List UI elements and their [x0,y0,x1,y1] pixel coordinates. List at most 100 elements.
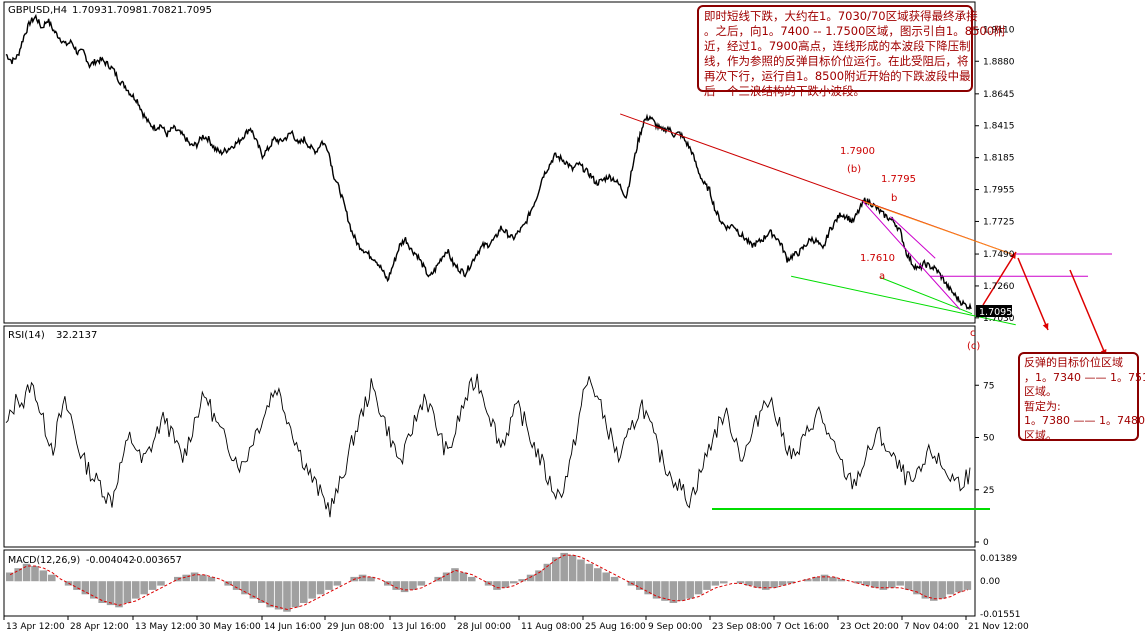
label-c: c [970,328,976,339]
note-line: 即时短线下跌，大约在1。7030/70区域获得最终承接 [704,9,978,23]
chart-canvas: 1.91101.88801.86451.84151.81851.79551.77… [3,1,1112,632]
ohlc-high: 1.7098 [107,5,142,16]
macd-bar [48,574,56,582]
rsi-tick-label: 50 [983,434,995,444]
macd-bar [577,559,585,582]
macd-bar [148,581,157,590]
macd-bar [820,574,829,582]
macd-bar [190,572,199,582]
price-tick-label: 1.8185 [983,154,1015,164]
note-line: 区域。 [1024,428,1057,442]
macd-bar [560,552,568,582]
macd-bar [81,581,90,595]
price-tick-label: 1.8415 [983,122,1015,132]
macd-bar [829,576,837,582]
macd-bar [652,581,661,599]
ohlc-close: 1.7095 [177,5,212,16]
analysis-note: 即时短线下跌，大约在1。7030/70区域获得最终承接 。之后，向1。7400 … [697,5,1006,98]
arrow-down [1017,257,1049,331]
macd-bar [392,581,400,590]
macd-bar [720,581,728,584]
time-tick-label: 23 Sep 08:00 [712,622,772,632]
macd-bar [770,581,778,588]
ohlc-low: 1.7082 [142,5,177,16]
macd-bar [451,568,459,582]
time-tick-label: 13 Apr 12:00 [6,622,65,632]
label-a: a [879,271,885,282]
macd-bar [879,581,888,590]
macd-bar [283,581,291,612]
note-line: 线，作为参照的反弹目标价位运行。在此受阻后，将 [704,54,969,68]
rsi-tick-label: 75 [983,381,994,391]
symbol-label: GBPUSD,H4 [8,5,67,16]
time-tick-label: 13 May 12:00 [135,622,197,632]
note-line: 。之后，向1。7400 -- 1.7500区域，图示引自1。8500附 [704,24,1006,38]
note-line: 后一个三浪结构的下跌小波段。 [704,84,865,98]
macd-bar [535,570,543,582]
time-tick-label: 7 Nov 04:00 [904,622,959,632]
macd-bar [552,557,560,582]
price-tick-label: 1.8880 [983,57,1015,67]
macd-bar [963,581,972,590]
label-b: b [891,193,897,204]
macd-bar [678,581,686,601]
macd-bar [568,555,577,582]
time-tick-label: 25 Aug 16:00 [585,622,646,632]
macd-bar [115,581,123,608]
rsi-tick-label: 25 [983,486,994,496]
macd-bar [316,581,325,595]
macd-bar [896,581,904,586]
macd-bar [686,581,694,599]
time-tick-label: 13 Jul 16:00 [392,622,446,632]
current-price-badge: 1.7095 [979,307,1012,318]
price-tick-label: 1.7955 [983,186,1015,196]
macd-bar [888,581,896,588]
macd-bar [199,574,207,582]
macd-bar [459,572,468,582]
label-c-paren: (c) [967,341,980,352]
macd-bar [585,563,594,582]
note-line: ，1。7340 —— 1。7510 [1024,370,1145,384]
rsi-panel-frame [3,325,976,548]
time-tick-label: 28 Jul 00:00 [457,622,511,632]
macd-bar [333,581,342,586]
macd-bar [123,581,132,603]
macd-bar [106,581,115,606]
macd-bar [300,581,308,603]
time-tick-label: 23 Oct 20:00 [840,622,899,632]
macd-tick-label: 0.00 [980,577,1000,587]
macd-bar [39,570,48,582]
macd-bar [661,581,669,601]
time-tick-label: 28 Apr 12:00 [70,622,129,632]
time-tick-label: 11 Aug 08:00 [521,622,582,632]
macd-bar [291,581,300,608]
time-tick-label: 14 Jun 16:00 [264,622,321,632]
macd-bar [493,581,501,590]
rsi-value: 32.2137 [56,330,97,341]
note-line: 近，经过1。7900高点，连线形成的本波段下降压制 [704,39,971,53]
macd-bar [140,581,148,595]
macd-bar [417,581,426,586]
macd-bar [644,581,652,595]
label-b-paren: (b) [847,164,861,175]
macd-value: -0.004042 [86,555,135,566]
time-tick-label: 30 May 16:00 [199,622,261,632]
price-tick-label: 1.7725 [983,217,1015,227]
label-1790: 1.7900 [840,146,875,157]
label-17795: 1.7795 [881,174,916,185]
macd-bar [594,568,602,582]
label-1761: 1.7610 [860,253,895,264]
time-tick-label: 9 Sep 00:00 [648,622,703,632]
macd-bar [711,581,720,586]
macd-bar [602,572,610,582]
macd-bar [468,576,476,582]
macd-bar [31,566,39,582]
rsi-label: RSI(14) [8,330,45,341]
macd-signal-value: -0.003657 [133,555,182,566]
macd-bar [308,581,316,599]
arrow-to-note [1069,269,1107,357]
price-tick-label: 1.7490 [983,250,1015,260]
macd-bar [669,581,678,603]
macd-bar [610,576,619,582]
price-tick-label: 1.8645 [983,90,1015,100]
